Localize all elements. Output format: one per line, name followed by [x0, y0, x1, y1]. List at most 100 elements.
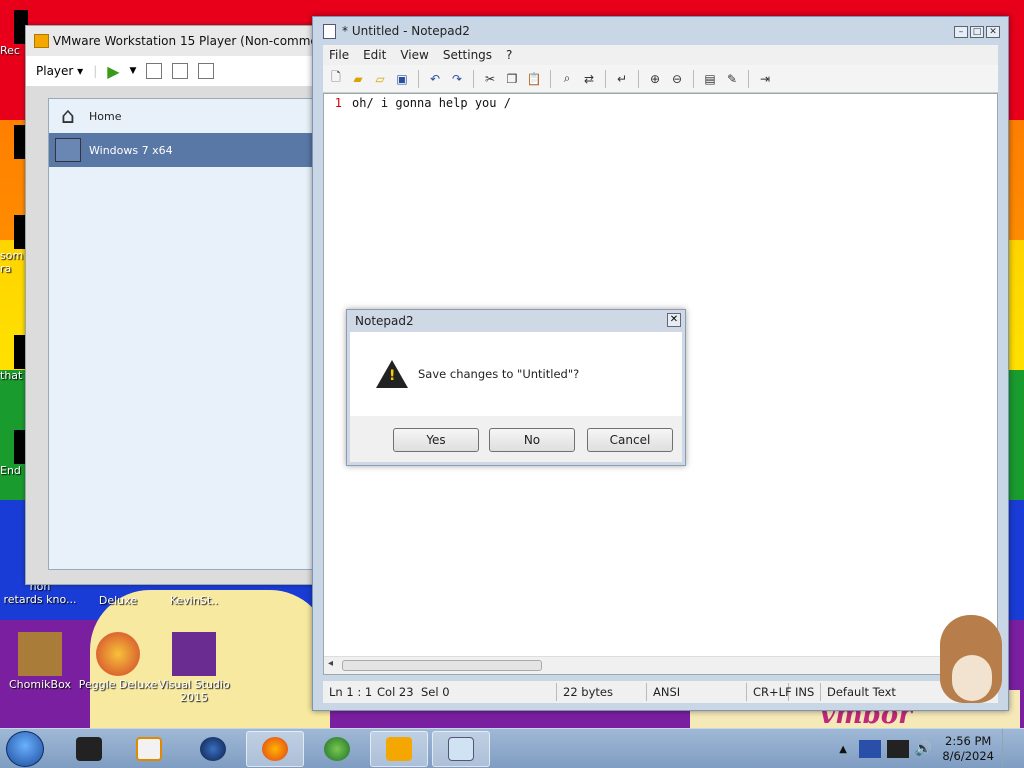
taskbar: ▲ 🔊 2:56 PM 8/6/2024: [0, 728, 1024, 768]
firefox-icon: [262, 737, 288, 761]
menu-file[interactable]: File: [329, 48, 349, 62]
desktop-icon-chomikbox[interactable]: ChomikBox: [0, 632, 80, 691]
status-position: Ln 1 : 1: [329, 685, 373, 699]
play-icon[interactable]: ▶: [107, 62, 119, 81]
taskbar-firefox[interactable]: [246, 731, 304, 767]
show-desktop-button[interactable]: [1002, 729, 1014, 768]
chomikbox-icon: [18, 632, 62, 676]
visual-studio-icon: [172, 632, 216, 676]
horizontal-scrollbar[interactable]: ◂: [324, 656, 997, 674]
cut-icon[interactable]: ✂: [481, 70, 499, 88]
status-scheme: Default Text: [827, 685, 896, 699]
paste-icon[interactable]: 📋: [525, 70, 543, 88]
scrollbar-thumb[interactable]: [342, 660, 542, 671]
library-item-home[interactable]: ⌂ Home: [49, 99, 318, 133]
hamster-desktop-pet[interactable]: [930, 605, 1008, 705]
globe-icon: [200, 737, 226, 761]
send-ctrl-alt-del-icon[interactable]: [146, 63, 163, 79]
taskbar-app-3[interactable]: [184, 731, 242, 767]
taskbar-app-1[interactable]: [60, 731, 118, 767]
dialog-close-button[interactable]: ✕: [667, 313, 681, 327]
browse-icon[interactable]: ▱: [371, 70, 389, 88]
dialog-message: Save changes to "Untitled"?: [418, 367, 580, 381]
word-wrap-icon[interactable]: ↵: [613, 70, 631, 88]
notepad-doc-icon: [323, 23, 336, 39]
dialog-body: ! Save changes to "Untitled"?: [350, 332, 682, 416]
vmware-logo-icon: [34, 34, 49, 48]
vmware-icon: [386, 737, 412, 761]
app-icon: [76, 737, 102, 761]
save-icon[interactable]: ▣: [393, 70, 411, 88]
warning-icon: !: [376, 360, 408, 388]
player-menu-button[interactable]: Player ▾: [36, 64, 83, 78]
menu-bar: File Edit View Settings ?: [323, 45, 998, 65]
zoom-out-icon[interactable]: ⊖: [668, 70, 686, 88]
taskbar-idm[interactable]: [308, 731, 366, 767]
notepad2-titlebar[interactable]: * Untitled - Notepad2: [313, 17, 1008, 45]
maximize-button[interactable]: □: [970, 26, 984, 38]
status-bar: Ln 1 : 1 Col 23 Sel 0 22 bytes ANSI CR+L…: [323, 681, 998, 703]
find-icon[interactable]: ⌕: [558, 70, 576, 88]
close-button[interactable]: ✕: [986, 26, 1000, 38]
open-icon[interactable]: ▰: [349, 70, 367, 88]
notepad-toolbar: 🗋 ▰ ▱ ▣ ↶ ↷ ✂ ❐ 📋 ⌕ ⇄ ↵ ⊕ ⊖ ▤ ✎ ⇥: [323, 65, 998, 93]
dialog-title: Notepad2: [355, 314, 414, 328]
exit-icon[interactable]: ⇥: [756, 70, 774, 88]
status-ins: INS: [789, 683, 821, 701]
window-controls: – □ ✕: [954, 26, 1000, 38]
editor-text[interactable]: oh/ i gonna help you /: [352, 96, 511, 110]
save-changes-dialog[interactable]: Notepad2 ✕ ! Save changes to "Untitled"?…: [346, 309, 686, 466]
library-item-windows-7[interactable]: Windows 7 x64: [49, 133, 318, 167]
taskbar-notepad2[interactable]: [432, 731, 490, 767]
yes-button[interactable]: Yes: [393, 428, 479, 452]
menu-help[interactable]: ?: [506, 48, 512, 62]
cancel-button[interactable]: Cancel: [587, 428, 673, 452]
line-number-gutter: 1: [324, 94, 348, 656]
minimize-button[interactable]: –: [954, 26, 968, 38]
desktop-icon-peggle[interactable]: Peggle Deluxe: [78, 632, 158, 691]
undo-icon[interactable]: ↶: [426, 70, 444, 88]
fullscreen-icon[interactable]: [172, 63, 189, 79]
new-icon[interactable]: 🗋: [327, 70, 345, 88]
system-tray: ▲ 🔊 2:56 PM 8/6/2024: [839, 729, 1024, 768]
taskbar-media-player[interactable]: [120, 731, 178, 767]
status-col: Col 23: [377, 685, 414, 699]
status-encoding: ANSI: [647, 683, 747, 701]
customize-scheme-icon[interactable]: ✎: [723, 70, 741, 88]
copy-icon[interactable]: ❐: [503, 70, 521, 88]
start-button[interactable]: [6, 731, 44, 767]
unity-icon[interactable]: [198, 63, 215, 79]
clock-time: 2:56 PM: [945, 734, 992, 748]
tray-overflow-icon[interactable]: ▲: [839, 744, 847, 755]
replace-icon[interactable]: ⇄: [580, 70, 598, 88]
media-player-icon: [136, 737, 162, 761]
network-icon[interactable]: [886, 740, 909, 758]
vmware-window[interactable]: VMware Workstation 15 Player (Non-commer…: [25, 25, 320, 585]
desktop-icon[interactable]: KevinSt..: [154, 594, 234, 607]
menu-view[interactable]: View: [400, 48, 428, 62]
status-eol: CR+LF: [747, 683, 792, 701]
clock-date: 8/6/2024: [942, 749, 994, 763]
play-dropdown-icon[interactable]: ▼: [130, 66, 137, 76]
menu-settings[interactable]: Settings: [443, 48, 492, 62]
status-size: 22 bytes: [557, 683, 647, 701]
scroll-left-icon[interactable]: ◂: [328, 658, 333, 669]
clock[interactable]: 2:56 PM 8/6/2024: [942, 734, 994, 764]
vm-library: ⌂ Home Windows 7 x64: [48, 98, 319, 570]
tray-app-icon[interactable]: [858, 740, 881, 758]
volume-icon[interactable]: 🔊: [915, 741, 932, 757]
vmware-title: VMware Workstation 15 Player (Non-commer…: [52, 34, 319, 48]
zoom-in-icon[interactable]: ⊕: [646, 70, 664, 88]
redo-icon[interactable]: ↷: [448, 70, 466, 88]
menu-edit[interactable]: Edit: [363, 48, 386, 62]
vmware-toolbar: Player ▾ | ▶ ▼: [26, 56, 319, 86]
no-button[interactable]: No: [489, 428, 575, 452]
peggle-icon: [96, 632, 140, 676]
desktop-icon[interactable]: Deluxe: [78, 594, 158, 607]
taskbar-vmware[interactable]: [370, 731, 428, 767]
vmware-titlebar[interactable]: VMware Workstation 15 Player (Non-commer…: [26, 26, 319, 56]
dialog-button-bar: Yes No Cancel: [350, 416, 682, 462]
home-icon: ⌂: [61, 103, 75, 129]
scheme-icon[interactable]: ▤: [701, 70, 719, 88]
desktop-icon-visual-studio[interactable]: Visual Studio 2015: [154, 632, 234, 704]
